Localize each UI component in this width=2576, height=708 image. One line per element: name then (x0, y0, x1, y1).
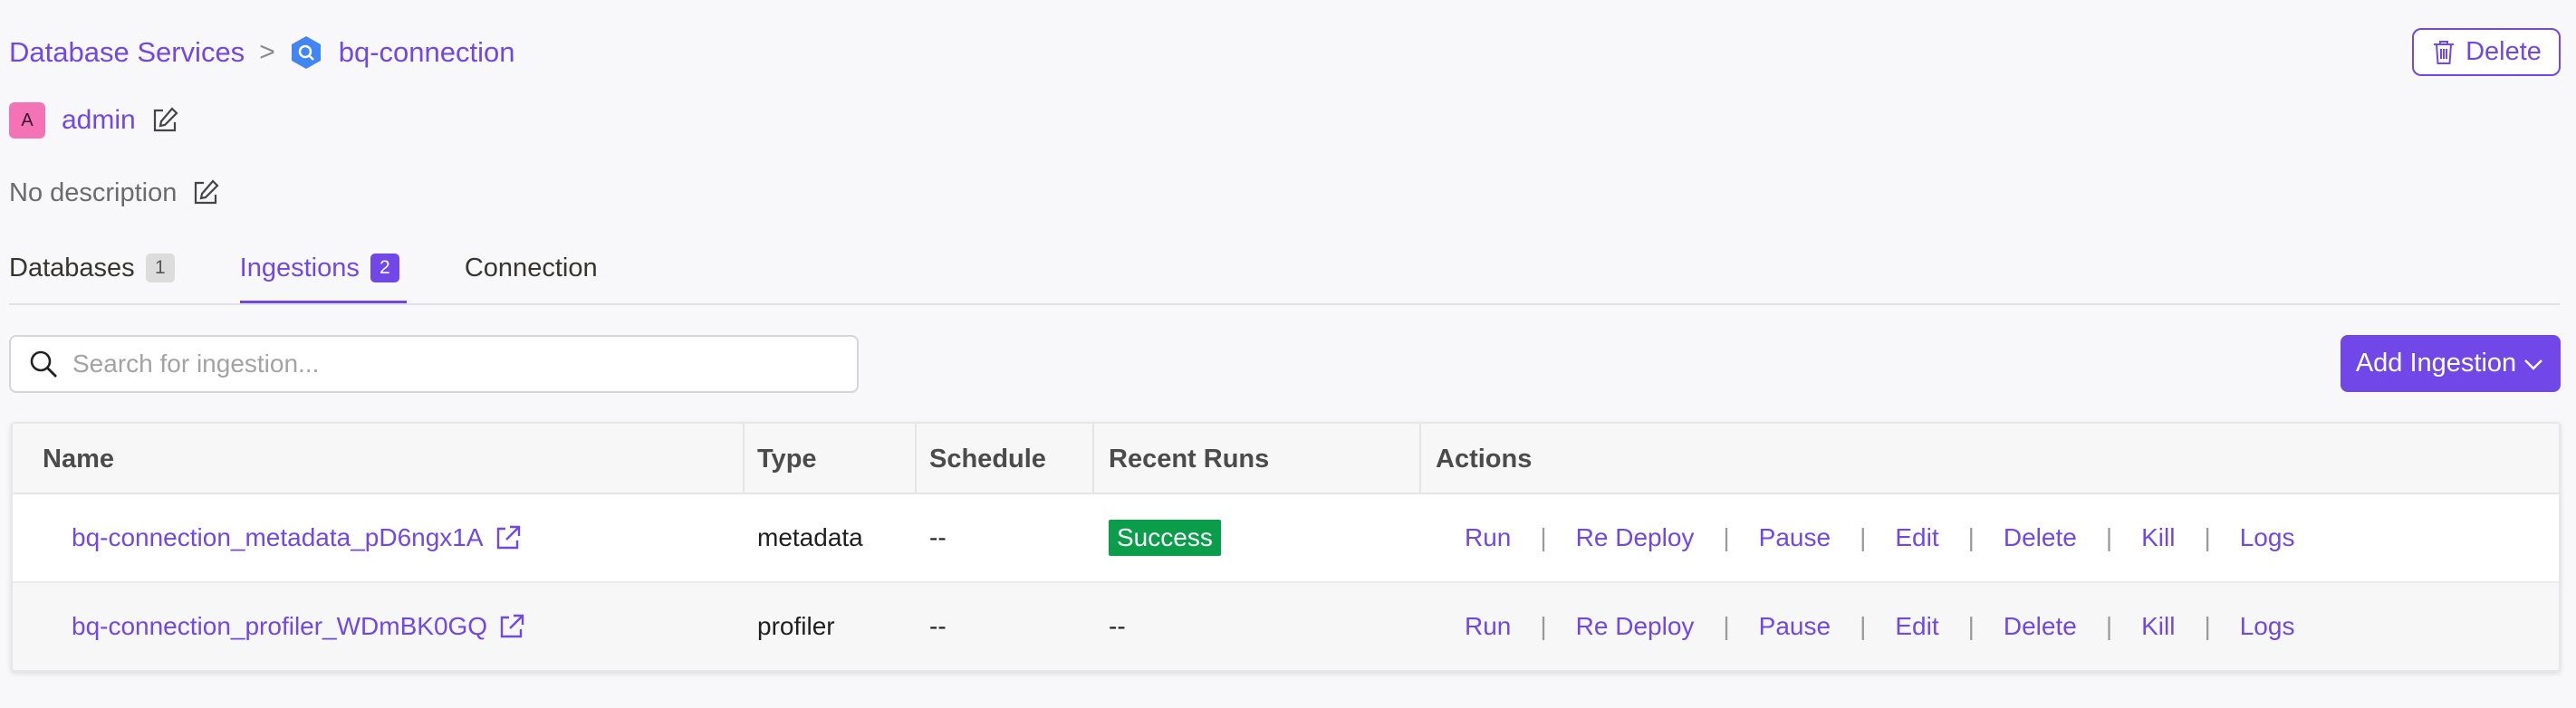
delete-label: Delete (2465, 37, 2542, 66)
count-badge: 2 (370, 254, 399, 282)
recent-runs-cell: -- (1109, 612, 1126, 640)
add-ingestion-label: Add Ingestion (2355, 349, 2517, 378)
edit-button[interactable]: Edit (1895, 612, 1938, 641)
kill-button[interactable]: Kill (2141, 523, 2175, 552)
edit-icon[interactable] (191, 178, 220, 207)
action-separator: | (1967, 523, 1975, 551)
tab-bar: Databases 1 Ingestions 2 Connection (9, 246, 663, 304)
action-separator: | (1540, 612, 1547, 640)
table-row: bq-connection_metadata_pD6ngx1A metadata… (13, 494, 2559, 583)
type-cell: profiler (757, 612, 835, 640)
bigquery-icon (291, 36, 321, 69)
table-header: Name Type Schedule Recent Runs Actions (13, 424, 2559, 494)
schedule-cell: -- (929, 612, 947, 640)
breadcrumb: Database Services > bq-connection (9, 33, 514, 72)
chevron-down-icon (2524, 359, 2543, 370)
breadcrumb-current[interactable]: bq-connection (339, 36, 515, 69)
header-type: Type (757, 444, 817, 474)
delete-button[interactable]: Delete (2004, 523, 2077, 552)
ingestion-name-link[interactable]: bq-connection_profiler_WDmBK0GQ (72, 611, 527, 642)
column-divider (1419, 424, 1421, 494)
description-row: No description (9, 174, 220, 212)
owner-row: A admin (9, 101, 179, 139)
external-link-icon (500, 614, 524, 638)
table-row: bq-connection_profiler_WDmBK0GQ profiler… (13, 583, 2559, 670)
add-ingestion-button[interactable]: Add Ingestion (2341, 335, 2561, 392)
column-divider (1092, 424, 1094, 494)
ingestion-name-link[interactable]: bq-connection_metadata_pD6ngx1A (72, 522, 524, 553)
action-separator: | (1723, 612, 1730, 640)
ingestions-table: Name Type Schedule Recent Runs Actions b… (11, 422, 2561, 672)
breadcrumb-parent-link[interactable]: Database Services (9, 36, 245, 69)
action-separator: | (1540, 523, 1547, 551)
edit-button[interactable]: Edit (1895, 523, 1938, 552)
search-icon (30, 350, 57, 378)
type-cell: metadata (757, 523, 863, 551)
action-separator: | (1860, 523, 1867, 551)
tabs-divider (9, 303, 2560, 305)
chevron-right-icon: > (259, 37, 275, 67)
ingestion-name: bq-connection_metadata_pD6ngx1A (72, 523, 484, 551)
pause-button[interactable]: Pause (1759, 523, 1831, 552)
redeploy-button[interactable]: Re Deploy (1576, 612, 1695, 641)
redeploy-button[interactable]: Re Deploy (1576, 523, 1695, 552)
run-button[interactable]: Run (1465, 612, 1511, 641)
pause-button[interactable]: Pause (1759, 612, 1831, 641)
avatar: A (9, 102, 45, 139)
description-text: No description (9, 177, 178, 207)
header-name: Name (43, 444, 114, 474)
column-divider (743, 424, 745, 494)
schedule-cell: -- (929, 523, 947, 551)
action-separator: | (2204, 523, 2211, 551)
action-separator: | (1967, 612, 1975, 640)
header-recent-runs: Recent Runs (1109, 444, 1270, 474)
tab-databases[interactable]: Databases 1 (9, 246, 175, 290)
count-badge: 1 (145, 254, 175, 282)
action-separator: | (2105, 523, 2113, 551)
header-actions: Actions (1436, 444, 1533, 474)
tab-label: Databases (9, 253, 135, 282)
delete-button[interactable]: Delete (2004, 612, 2077, 641)
logs-button[interactable]: Logs (2240, 612, 2295, 641)
action-separator: | (2105, 612, 2113, 640)
action-separator: | (2204, 612, 2211, 640)
status-badge[interactable]: Success (1109, 520, 1221, 556)
row-actions: Run | Re Deploy | Pause | Edit | Delete … (1465, 494, 2294, 581)
action-separator: | (1723, 523, 1730, 551)
owner-name-link[interactable]: admin (62, 105, 136, 136)
search-input[interactable] (72, 349, 851, 378)
tab-label: Connection (464, 253, 598, 282)
ingestion-name: bq-connection_profiler_WDmBK0GQ (72, 612, 488, 640)
column-divider (915, 424, 917, 494)
run-button[interactable]: Run (1465, 523, 1511, 552)
tab-label: Ingestions (239, 253, 360, 282)
row-actions: Run | Re Deploy | Pause | Edit | Delete … (1465, 583, 2294, 670)
action-separator: | (1860, 612, 1867, 640)
external-link-icon (496, 525, 520, 550)
tab-ingestions[interactable]: Ingestions 2 (239, 246, 408, 304)
kill-button[interactable]: Kill (2141, 612, 2175, 641)
logs-button[interactable]: Logs (2240, 523, 2295, 552)
tab-connection[interactable]: Connection (465, 246, 598, 290)
header-schedule: Schedule (929, 444, 1046, 474)
edit-icon[interactable] (150, 106, 179, 135)
search-box (9, 335, 859, 393)
trash-icon (2434, 40, 2455, 64)
delete-service-button[interactable]: Delete (2412, 28, 2561, 76)
